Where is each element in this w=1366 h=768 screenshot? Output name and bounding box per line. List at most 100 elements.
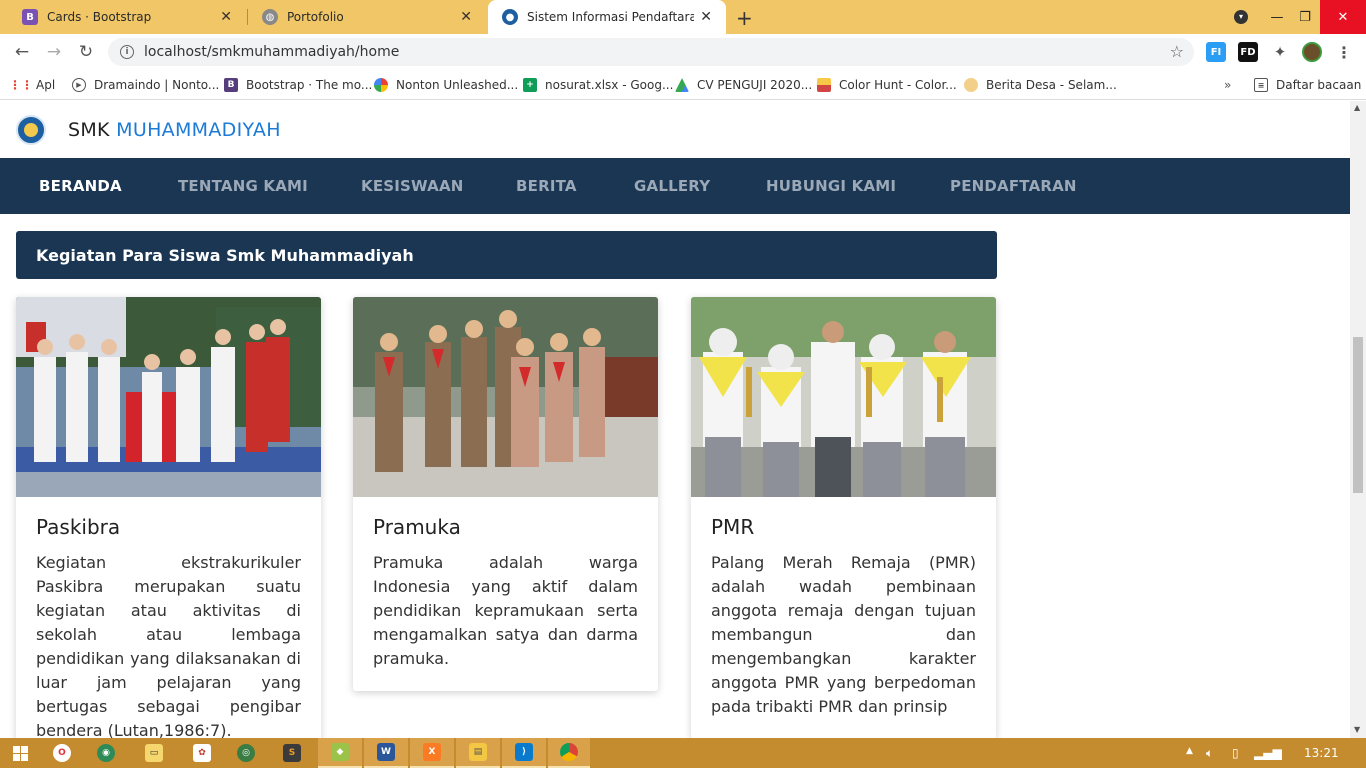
forward-arrow-icon[interactable]: → — [42, 40, 66, 64]
taskbar-opera-icon[interactable]: O — [42, 738, 82, 768]
page-scrollbar[interactable]: ▲ ▼ — [1350, 101, 1366, 738]
pinwheel-icon — [374, 78, 388, 92]
card-text: Palang Merah Remaja (PMR) adalah wadah p… — [711, 553, 976, 716]
card-title: Paskibra — [36, 515, 121, 539]
bookmark-bootstrap[interactable]: B Bootstrap · The mo... — [224, 76, 372, 94]
more-menu-icon[interactable]: ⋮ — [1334, 42, 1354, 62]
tab-title: Portofolio — [287, 10, 344, 24]
close-tab-icon[interactable]: ✕ — [220, 9, 232, 25]
bookmark-berita-desa[interactable]: Berita Desa - Selam... — [964, 76, 1117, 94]
start-windows-icon[interactable] — [0, 738, 40, 768]
paskibra-photo — [16, 297, 321, 497]
nav-tentang-kami[interactable]: TENTANG KAMI — [178, 158, 308, 214]
tab-title: Sistem Informasi Pendaftaran Sis — [527, 10, 695, 24]
browser-tab-strip: B Cards · Bootstrap ✕ ◍ Portofolio ✕ ● S… — [0, 0, 1366, 34]
extensions-puzzle-icon[interactable]: ✦ — [1270, 42, 1290, 62]
site-header: SMK MUHAMMADIYAH — [0, 101, 1350, 158]
battery-icon[interactable]: ▯ — [1232, 746, 1239, 760]
bookmark-colorhunt[interactable]: Color Hunt - Color... — [817, 76, 957, 94]
tutwuri-logo-icon: ● — [502, 9, 518, 25]
activity-card-pmr: PMR Palang Merah Remaja (PMR) adalah wad… — [691, 297, 996, 738]
brand-main: SMK — [68, 119, 110, 141]
restore-button[interactable]: ❐ — [1290, 0, 1320, 34]
bookmark-nonton[interactable]: Nonton Unleashed... — [374, 76, 518, 94]
reading-list-icon: ≡ — [1254, 78, 1268, 92]
bookmark-label: Nonton Unleashed... — [396, 78, 519, 92]
bookmark-apps[interactable]: ⋮⋮ Apl — [9, 76, 56, 94]
taskbar-xampp-icon[interactable]: X — [410, 738, 454, 768]
bookmark-cv-penguji[interactable]: CV PENGUJI 2020... — [675, 76, 812, 94]
globe-icon: ◍ — [262, 9, 278, 25]
taskbar-file-explorer-icon[interactable]: ▤ — [456, 738, 500, 768]
taskbar-sublime-icon[interactable]: S — [272, 738, 312, 768]
sheets-icon: + — [523, 78, 537, 92]
activity-card-pramuka: Pramuka Pramuka adalah warga Indonesia y… — [353, 297, 658, 691]
browser-tab-sistem-informasi[interactable]: ● Sistem Informasi Pendaftaran Sis ✕ — [488, 0, 726, 34]
activity-card-paskibra: Paskibra Kegiatan ekstrakurikuler Paskib… — [16, 297, 321, 738]
school-logo[interactable] — [16, 115, 46, 145]
pmr-photo — [691, 297, 996, 497]
card-title: Pramuka — [373, 515, 461, 539]
nav-pendaftaran[interactable]: PENDAFTARAN — [950, 158, 1077, 214]
taskbar-vscode-icon[interactable]: ⟩ — [502, 738, 546, 768]
close-tab-icon[interactable]: ✕ — [700, 9, 712, 25]
reload-icon[interactable]: ↻ — [74, 40, 98, 64]
scroll-down-arrow-icon[interactable]: ▼ — [1354, 725, 1360, 734]
nav-gallery[interactable]: GALLERY — [634, 158, 710, 214]
tray-overflow-icon[interactable]: ▲ — [1186, 746, 1193, 756]
taskbar-paint-icon[interactable]: ✿ — [182, 738, 222, 768]
site-info-icon[interactable]: i — [120, 45, 134, 59]
bookmark-label: Apl — [36, 78, 56, 92]
address-bar[interactable]: i localhost/smkmuhammadiyah/home ☆ — [108, 38, 1194, 66]
taskbar-word-icon[interactable]: W — [364, 738, 408, 768]
profile-avatar[interactable] — [1302, 42, 1322, 62]
reading-list-label: Daftar bacaan — [1276, 78, 1362, 92]
nav-hubungi-kami[interactable]: HUBUNGI KAMI — [766, 158, 896, 214]
volume-icon[interactable]: 🔈︎ — [1206, 746, 1213, 761]
nav-berita[interactable]: BERITA — [516, 158, 577, 214]
bookmark-label: nosurat.xlsx - Goog... — [545, 78, 674, 92]
bookmark-star-icon[interactable]: ☆ — [1170, 42, 1184, 61]
news-icon — [964, 78, 978, 92]
minimize-button[interactable]: — — [1262, 0, 1292, 34]
play-icon: ▶ — [72, 78, 86, 92]
scroll-up-arrow-icon[interactable]: ▲ — [1354, 103, 1360, 112]
brand-highlight: MUHAMMADIYAH — [116, 119, 281, 141]
bookmarks-overflow-icon[interactable]: » — [1224, 76, 1231, 94]
taskbar-globe-app-icon[interactable]: ◉ — [86, 738, 126, 768]
nav-beranda[interactable]: BERANDA — [39, 158, 122, 214]
nav-kesiswaan[interactable]: KESISWAAN — [361, 158, 464, 214]
bookmark-label: CV PENGUJI 2020... — [697, 78, 813, 92]
scrollbar-thumb[interactable] — [1353, 337, 1363, 493]
pramuka-photo — [353, 297, 658, 497]
section-title: Kegiatan Para Siswa Smk Muhammadiyah — [16, 231, 997, 279]
close-window-button[interactable]: ✕ — [1320, 0, 1366, 34]
extension-fi-icon[interactable]: FI — [1206, 42, 1226, 62]
bookmark-nosurat[interactable]: + nosurat.xlsx - Goog... — [523, 76, 673, 94]
card-text: Pramuka adalah warga Indonesia yang akti… — [373, 553, 638, 668]
browser-tab-cards-bootstrap[interactable]: B Cards · Bootstrap ✕ — [8, 0, 246, 34]
apps-grid-icon: ⋮⋮ — [9, 78, 33, 92]
network-signal-icon[interactable]: ▂▄▆ — [1254, 746, 1282, 760]
taskbar-chrome-icon[interactable] — [548, 738, 590, 768]
new-tab-button[interactable]: + — [736, 6, 753, 30]
drive-icon — [675, 78, 689, 92]
extension-fd-icon[interactable]: FD — [1238, 42, 1258, 62]
taskbar-chrome-alt-icon[interactable]: ◎ — [226, 738, 266, 768]
page-viewport: SMK MUHAMMADIYAH BERANDA TENTANG KAMI KE… — [0, 101, 1350, 738]
taskbar-folder-app-icon[interactable]: ▭ — [134, 738, 174, 768]
reading-list-button[interactable]: ≡ Daftar bacaan — [1254, 76, 1361, 94]
close-tab-icon[interactable]: ✕ — [460, 9, 472, 25]
card-title: PMR — [711, 515, 755, 539]
bookmarks-bar: ⋮⋮ Apl ▶ Dramaindo | Nonto... B Bootstra… — [0, 70, 1366, 100]
taskbar-app-active-1[interactable]: ◆ — [318, 738, 362, 768]
bootstrap-icon: B — [224, 78, 238, 92]
tab-search-icon[interactable]: ▾ — [1226, 0, 1256, 34]
windows-taskbar: O ◉ ▭ ✿ ◎ S ◆ W X ▤ ⟩ ▲ 🔈︎ ▯ ▂▄▆ 13:21 — [0, 738, 1366, 768]
bookmark-dramaindo[interactable]: ▶ Dramaindo | Nonto... — [72, 76, 219, 94]
tab-title: Cards · Bootstrap — [47, 10, 152, 24]
browser-tab-portofolio[interactable]: ◍ Portofolio ✕ — [248, 0, 486, 34]
clock[interactable]: 13:21 — [1304, 746, 1339, 760]
back-arrow-icon[interactable]: ← — [10, 40, 34, 64]
brand-name[interactable]: SMK MUHAMMADIYAH — [68, 119, 281, 141]
